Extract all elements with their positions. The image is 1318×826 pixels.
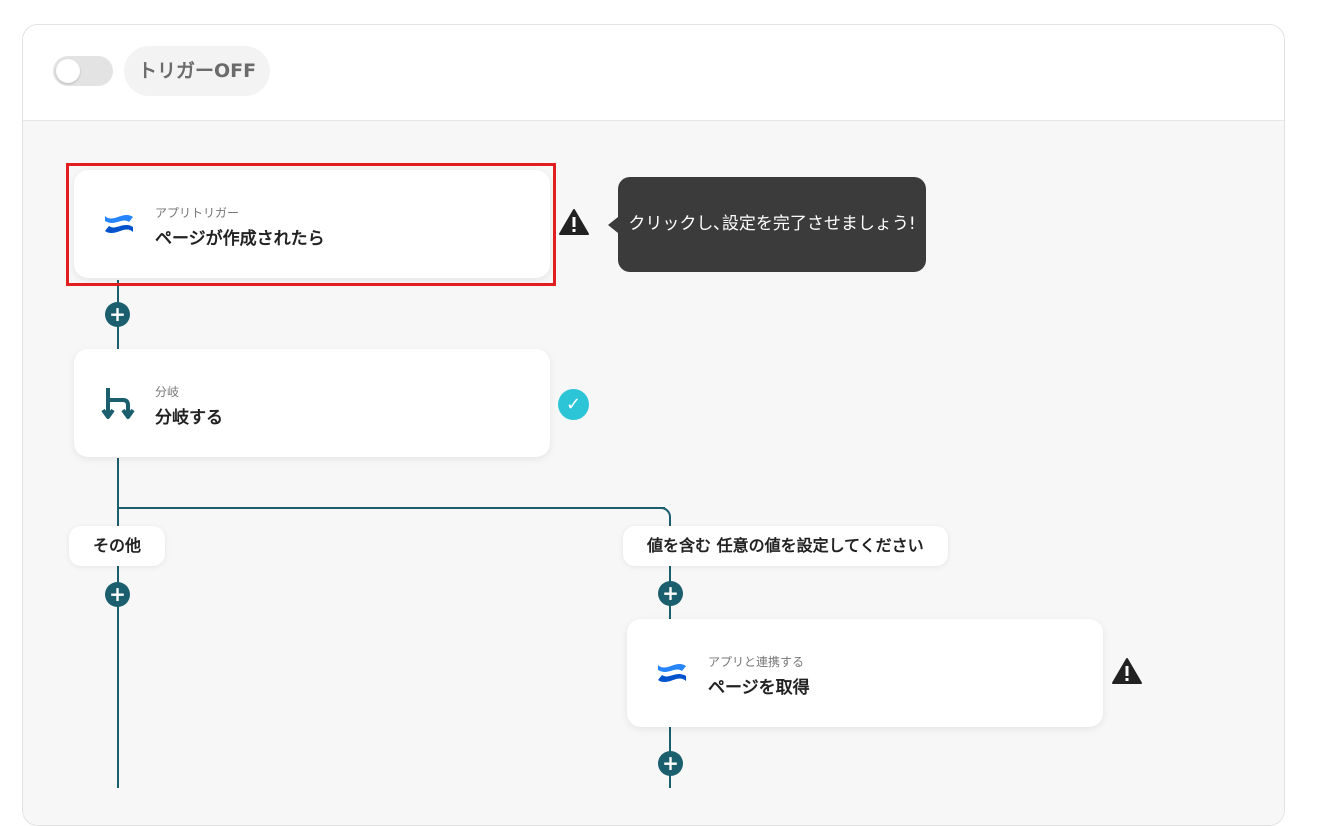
- confluence-icon: [654, 655, 690, 691]
- panel-header: トリガーOFF: [23, 25, 1284, 121]
- warning-icon: [558, 208, 590, 236]
- add-step-button[interactable]: +: [658, 581, 683, 606]
- add-step-button[interactable]: +: [658, 751, 683, 776]
- add-step-button[interactable]: +: [105, 582, 130, 607]
- step-card-get-page[interactable]: アプリと連携する ページを取得: [627, 619, 1103, 727]
- step-title: 分岐する: [155, 408, 223, 428]
- connector-line: [117, 507, 665, 509]
- highlight-frame: [66, 163, 556, 286]
- toggle-knob: [56, 59, 80, 83]
- tooltip-arrow: [608, 217, 618, 233]
- trigger-toggle[interactable]: [53, 56, 113, 86]
- check-icon: ✓: [558, 389, 589, 420]
- branch-label-condition[interactable]: 値を含む 任意の値を設定してください: [623, 526, 948, 566]
- step-card-branch[interactable]: 分岐 分岐する: [74, 349, 550, 457]
- step-title: ページを取得: [708, 678, 810, 698]
- setup-tooltip: クリックし､設定を完了させましょう!: [618, 177, 926, 272]
- branch-icon: [101, 385, 137, 421]
- step-subtitle: アプリと連携する: [708, 655, 805, 669]
- add-step-button[interactable]: +: [105, 302, 130, 327]
- branch-label-other[interactable]: その他: [69, 526, 166, 566]
- warning-icon: [1111, 657, 1143, 685]
- trigger-status-label: トリガーOFF: [124, 46, 271, 96]
- step-subtitle: 分岐: [155, 385, 180, 399]
